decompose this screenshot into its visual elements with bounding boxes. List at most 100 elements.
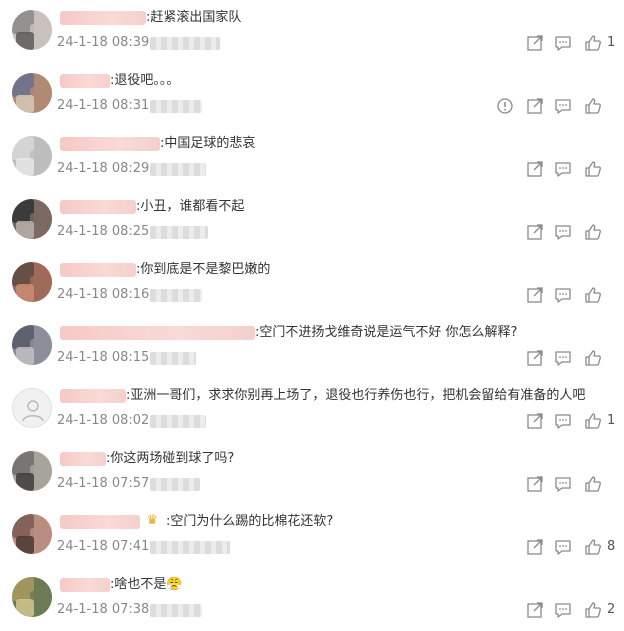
like-count: 8 [607, 539, 616, 554]
location-blurred [150, 226, 208, 239]
reply-icon[interactable] [554, 34, 572, 52]
username-blurred[interactable] [60, 200, 136, 214]
avatar[interactable] [12, 10, 52, 50]
location-blurred [150, 415, 206, 428]
comment-text: :赶紧滚出国家队 [146, 10, 242, 25]
comment-row: :你这两场碰到球了吗? 24-1-18 07:57 [0, 441, 624, 504]
avatar-mosaic-tile [16, 32, 34, 50]
location-blurred [150, 604, 202, 617]
avatar[interactable] [12, 388, 52, 428]
crown-badge-icon: ♛ [146, 513, 158, 528]
like-icon[interactable] [584, 538, 602, 556]
comment-text: :你这两场碰到球了吗? [106, 451, 235, 466]
share-icon[interactable] [526, 160, 544, 178]
comment-row: :亚洲一哥们，求求你别再上场了，退役也行养伤也行，把机会留给有准备的人吧 24-1… [0, 378, 624, 441]
username-blurred[interactable] [60, 11, 146, 25]
like-icon[interactable] [584, 223, 602, 241]
reply-icon[interactable] [554, 475, 572, 493]
reply-icon[interactable] [554, 97, 572, 115]
comment-actions [504, 160, 614, 178]
avatar[interactable] [12, 199, 52, 239]
reply-icon[interactable] [554, 160, 572, 178]
comment-row: :你到底是不是黎巴嫩的 24-1-18 08:16 [0, 252, 624, 315]
avatar[interactable] [12, 325, 52, 365]
like-icon[interactable] [584, 412, 602, 430]
share-icon[interactable] [526, 412, 544, 430]
username-blurred[interactable] [60, 326, 255, 340]
username-blurred[interactable] [60, 137, 160, 151]
comment-text: :小丑，谁都看不起 [136, 199, 245, 214]
comment-actions [504, 349, 614, 367]
like-icon[interactable] [584, 601, 602, 619]
like-icon[interactable] [584, 475, 602, 493]
username-blurred[interactable] [60, 389, 126, 403]
share-icon[interactable] [526, 601, 544, 619]
share-icon[interactable] [526, 34, 544, 52]
comment-row: :退役吧。。。 24-1-18 08:31 [0, 63, 624, 126]
comment-time: 24-1-18 08:15 [57, 350, 150, 365]
comment-time: 24-1-18 08:31 [57, 98, 150, 113]
comment-actions [504, 286, 614, 304]
avatar-mosaic-tile [16, 221, 34, 239]
like-icon[interactable] [584, 349, 602, 367]
reply-icon[interactable] [554, 538, 572, 556]
reply-icon[interactable] [554, 601, 572, 619]
location-blurred [150, 289, 202, 302]
avatar-mosaic-tile [16, 599, 34, 617]
location-blurred [150, 478, 200, 491]
reply-icon[interactable] [554, 412, 572, 430]
avatar-mosaic-tile [16, 347, 34, 365]
avatar[interactable] [12, 514, 52, 554]
avatar-mosaic-tile [16, 95, 34, 113]
like-icon[interactable] [584, 34, 602, 52]
avatar[interactable] [12, 73, 52, 113]
like-count: 1 [607, 413, 616, 428]
comment-text: :退役吧。。。 [110, 73, 180, 88]
comment-actions: 2 [504, 601, 616, 619]
comment-text: :你到底是不是黎巴嫩的 [136, 262, 271, 277]
reply-icon[interactable] [554, 286, 572, 304]
avatar[interactable] [12, 262, 52, 302]
comment-row: :啥也不是😤 24-1-18 07:38 2 [0, 567, 624, 630]
avatar[interactable] [12, 136, 52, 176]
like-icon[interactable] [584, 286, 602, 304]
share-icon[interactable] [526, 475, 544, 493]
username-blurred[interactable] [60, 578, 110, 592]
comment-time: 24-1-18 07:41 [57, 539, 150, 554]
comment-time: 24-1-18 07:57 [57, 476, 150, 491]
reply-icon[interactable] [554, 223, 572, 241]
username-blurred[interactable] [60, 263, 136, 277]
comment-time: 24-1-18 07:38 [57, 602, 150, 617]
like-icon[interactable] [584, 97, 602, 115]
avatar[interactable] [12, 451, 52, 491]
avatar[interactable] [12, 577, 52, 617]
comment-row: :小丑，谁都看不起 24-1-18 08:25 [0, 189, 624, 252]
comment-time: 24-1-18 08:39 [57, 35, 150, 50]
location-blurred [150, 37, 220, 50]
share-icon[interactable] [526, 223, 544, 241]
avatar-mosaic-tile [16, 284, 34, 302]
comment-list: :赶紧滚出国家队 24-1-18 08:39 1 :退役吧。。。 24-1-18 08:… [0, 0, 624, 631]
reply-icon[interactable] [554, 349, 572, 367]
share-icon[interactable] [526, 97, 544, 115]
username-blurred[interactable]: ♛ [60, 513, 158, 529]
username-blurred[interactable] [60, 452, 106, 466]
like-count: 1 [607, 35, 616, 50]
username-blurred[interactable] [60, 74, 110, 88]
comment-time: 24-1-18 08:16 [57, 287, 150, 302]
avatar-mosaic-tile [16, 536, 34, 554]
report-icon[interactable] [496, 97, 514, 115]
share-icon[interactable] [526, 538, 544, 556]
comment-text: :空门不进扬戈维奇说是运气不好 你怎么解释? [255, 325, 518, 340]
like-icon[interactable] [584, 160, 602, 178]
location-blurred [150, 352, 196, 365]
location-blurred [150, 100, 202, 113]
share-icon[interactable] [526, 286, 544, 304]
comment-row: :空门不进扬戈维奇说是运气不好 你怎么解释? 24-1-18 08:15 [0, 315, 624, 378]
comment-actions: 8 [504, 538, 616, 556]
comment-time: 24-1-18 08:29 [57, 161, 150, 176]
like-count: 2 [607, 602, 616, 617]
comment-actions: 1 [504, 34, 616, 52]
comment-text: :啥也不是😤 [110, 577, 183, 592]
share-icon[interactable] [526, 349, 544, 367]
